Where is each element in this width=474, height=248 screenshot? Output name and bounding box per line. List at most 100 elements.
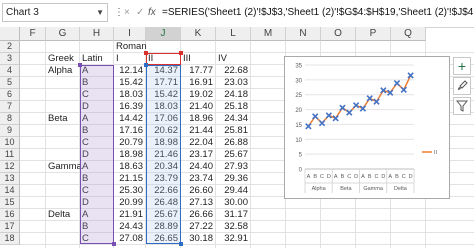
chart-styles-button[interactable]	[453, 77, 471, 95]
cell-value[interactable]: 25.18	[218, 101, 248, 113]
cell-value[interactable]: 27.22	[183, 221, 213, 233]
cell-value[interactable]: 21.15	[116, 173, 143, 185]
cell-value[interactable]: 24.43	[116, 221, 143, 233]
cell-value[interactable]: 24.40	[183, 161, 213, 173]
cell-value[interactable]: 22.04	[183, 137, 213, 149]
cell-greek[interactable]: Alpha	[48, 65, 77, 77]
cell-value[interactable]: 27.08	[116, 233, 143, 245]
cell-greek[interactable]: Delta	[48, 209, 77, 221]
cell-value[interactable]: 25.81	[218, 125, 248, 137]
cell-value[interactable]: 14.42	[116, 113, 143, 125]
cell-value[interactable]: 12.14	[116, 65, 143, 77]
row-header[interactable]: 18	[0, 233, 20, 245]
cell-value[interactable]: 32.58	[218, 221, 248, 233]
cell-value[interactable]: 25.30	[116, 185, 143, 197]
cell-value[interactable]: 20.99	[116, 197, 143, 209]
row-header[interactable]: 2	[0, 41, 20, 53]
row-header[interactable]: 10	[0, 137, 20, 149]
cell-value[interactable]: 18.03	[116, 89, 143, 101]
cell-value[interactable]: 29.36	[218, 173, 248, 185]
cell-value[interactable]: 17.77	[183, 65, 213, 77]
cell-value[interactable]: 17.16	[116, 125, 143, 137]
cell-value[interactable]: 26.88	[218, 137, 248, 149]
cell-value[interactable]: 30.18	[183, 233, 213, 245]
name-box[interactable]: Chart 3 ▼	[2, 3, 108, 22]
formula-input[interactable]: =SERIES('Sheet1 (2)'!$J$3,'Sheet1 (2)'!$…	[162, 3, 474, 22]
cell-value[interactable]: 15.42	[116, 77, 143, 89]
cell-value[interactable]: 16.39	[116, 101, 143, 113]
cell-roman-header[interactable]: Roman	[116, 41, 147, 53]
cell-value[interactable]: 23.03	[218, 77, 248, 89]
cell-value[interactable]: 25.67	[218, 149, 248, 161]
cell-iii-header[interactable]: III	[183, 53, 213, 65]
chart-elements-button[interactable]: +	[453, 57, 471, 75]
row-header[interactable]: 16	[0, 209, 20, 221]
cell-value[interactable]: 24.18	[218, 89, 248, 101]
cell-value[interactable]: 19.02	[183, 89, 213, 101]
row-header[interactable]: 9	[0, 125, 20, 137]
row-header[interactable]: 17	[0, 221, 20, 233]
column-header[interactable]: F	[20, 27, 46, 41]
cell-value[interactable]: 26.60	[183, 185, 213, 197]
cell-iv-header[interactable]: IV	[218, 53, 248, 65]
row-header[interactable]: 14	[0, 185, 20, 197]
cell-value[interactable]: 23.74	[183, 173, 213, 185]
column-header[interactable]: H	[80, 27, 114, 41]
line-chart[interactable]: 0 5 10 15 20 25 30 35 A B C D A B C D A B C D A B C D Alpha Beta G…	[284, 56, 450, 199]
row-header[interactable]: 6	[0, 89, 20, 101]
row-header[interactable]: 11	[0, 149, 20, 161]
cell-value[interactable]: 27.13	[183, 197, 213, 209]
column-header[interactable]: O	[321, 27, 356, 41]
cell-greek[interactable]: Gamma	[48, 161, 82, 173]
column-header[interactable]: M	[251, 27, 286, 41]
column-header[interactable]: K	[181, 27, 216, 41]
cell-value[interactable]: 30.00	[218, 197, 248, 209]
row-header[interactable]: 15	[0, 197, 20, 209]
cell-value[interactable]: 21.91	[116, 209, 143, 221]
row-header[interactable]: 8	[0, 113, 20, 125]
range-handle[interactable]	[144, 51, 148, 55]
enter-button[interactable]: ✓	[136, 3, 144, 22]
cell-value[interactable]: 18.63	[116, 161, 143, 173]
range-handle[interactable]	[179, 242, 183, 246]
cell-i-header[interactable]: I	[116, 53, 143, 65]
cell-latin-header[interactable]: Latin	[82, 53, 111, 65]
chevron-down-icon[interactable]: ▼	[96, 4, 104, 21]
cell-value[interactable]: 23.17	[183, 149, 213, 161]
cell-value[interactable]: 24.34	[218, 113, 248, 125]
range-handle[interactable]	[112, 242, 116, 246]
cell-value[interactable]: 32.91	[218, 233, 248, 245]
column-header[interactable]: I	[114, 27, 146, 41]
cell-greek-header[interactable]: Greek	[48, 53, 77, 65]
cell-value[interactable]: 26.66	[183, 209, 213, 221]
cell-value[interactable]: 21.44	[183, 125, 213, 137]
cell-value[interactable]: 20.79	[116, 137, 143, 149]
column-header[interactable]: P	[356, 27, 391, 41]
column-header[interactable]: G	[46, 27, 80, 41]
range-handle[interactable]	[179, 51, 183, 55]
select-all-corner[interactable]	[0, 27, 20, 41]
cell-value[interactable]: 29.44	[218, 185, 248, 197]
column-header[interactable]: Q	[391, 27, 426, 41]
row-header[interactable]: 5	[0, 77, 20, 89]
row-header[interactable]: 4	[0, 65, 20, 77]
cell-value[interactable]: 31.17	[218, 209, 248, 221]
cell-value[interactable]: 18.96	[183, 113, 213, 125]
insert-function-button[interactable]: fx	[148, 3, 156, 22]
column-header[interactable]: N	[286, 27, 321, 41]
cell-value[interactable]: 27.93	[218, 161, 248, 173]
row-header[interactable]: 13	[0, 173, 20, 185]
row-header[interactable]: 7	[0, 101, 20, 113]
cell-value[interactable]: 22.68	[218, 65, 248, 77]
column-header[interactable]: J	[146, 27, 181, 41]
cancel-button[interactable]: ×	[124, 3, 130, 22]
cell-value[interactable]: 18.98	[116, 149, 143, 161]
range-handle[interactable]	[78, 63, 82, 67]
chart-filters-button[interactable]	[453, 97, 471, 115]
row-header[interactable]: 12	[0, 161, 20, 173]
range-handle[interactable]	[144, 63, 148, 67]
cell-value[interactable]: 21.40	[183, 101, 213, 113]
cell-greek[interactable]: Beta	[48, 113, 77, 125]
column-header[interactable]: L	[216, 27, 251, 41]
row-header[interactable]: 3	[0, 53, 20, 65]
